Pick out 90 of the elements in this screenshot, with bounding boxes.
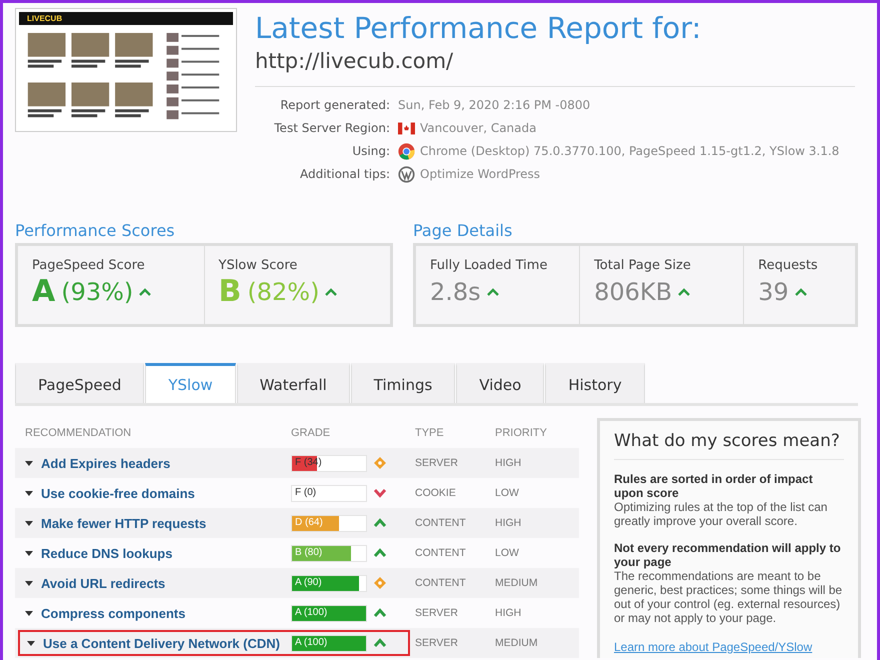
- info-value: Sun, Feb 9, 2020 2:16 PM -0800: [398, 97, 590, 114]
- grade-bar: D (64): [291, 514, 367, 532]
- score-grade: B: [218, 274, 242, 310]
- caret-up-icon: [486, 288, 499, 296]
- priority-cell-text: LOW: [495, 547, 520, 559]
- priority-cell-text: HIGH: [495, 457, 522, 469]
- help-title: What do my scores mean?: [614, 431, 844, 460]
- flag-icon: [398, 120, 415, 137]
- browser-icon: [398, 143, 415, 160]
- recommendation-link[interactable]: Compress components: [41, 606, 186, 620]
- type-cell-text: SERVER: [415, 637, 459, 649]
- learn-more-link[interactable]: Learn more about PageSpeed/YSlow: [614, 640, 812, 654]
- caret-up-icon: [325, 288, 338, 296]
- expand-triangle-icon[interactable]: [25, 490, 33, 496]
- caret-up-icon: [678, 288, 690, 296]
- site-logo: LIVECUB: [27, 14, 62, 23]
- grade-bar: F (0): [291, 484, 367, 502]
- recommendation-link[interactable]: Reduce DNS lookups: [41, 546, 172, 560]
- section-heading: Page Details: [413, 221, 512, 240]
- wordpress-icon: [398, 166, 415, 183]
- expand-triangle-icon[interactable]: [25, 610, 33, 616]
- report-title: Latest Performance Report for:: [255, 10, 702, 46]
- score-grade: A: [32, 274, 56, 310]
- type-cell-text: SERVER: [415, 607, 459, 619]
- column-header: PRIORITY: [495, 427, 548, 439]
- tab[interactable]: Video: [456, 363, 544, 403]
- priority-cell-text: LOW: [495, 487, 520, 499]
- help-text: Optimizing rules at the top of the list can greatly improve your overall score.: [614, 500, 828, 528]
- expand-triangle-icon[interactable]: [25, 520, 33, 526]
- score-label: YSlow Score: [218, 258, 298, 273]
- expand-triangle-icon[interactable]: [25, 550, 33, 556]
- detail-value: 806KB: [594, 277, 672, 308]
- type-cell-text: COOKIE: [415, 487, 457, 499]
- tab[interactable]: Timings: [350, 363, 456, 403]
- info-value: Optimize WordPress: [420, 166, 540, 183]
- type-cell-text: CONTENT: [415, 517, 467, 529]
- expand-triangle-icon[interactable]: [27, 640, 35, 646]
- priority-cell-text: HIGH: [495, 517, 522, 529]
- type-cell-text: CONTENT: [415, 547, 467, 559]
- diamond-icon: [373, 456, 387, 470]
- info-label: Report generated:: [279, 97, 390, 114]
- expand-triangle-icon[interactable]: [25, 580, 33, 586]
- score-percent: (82%): [247, 277, 320, 308]
- recommendation-link[interactable]: Add Expires headers: [41, 456, 170, 470]
- caret-up-icon: [373, 516, 387, 530]
- detail-label: Total Page Size: [594, 258, 691, 273]
- expand-triangle-icon[interactable]: [25, 460, 33, 466]
- column-header: RECOMMENDATION: [24, 427, 132, 439]
- detail-value: 2.8s: [430, 277, 481, 308]
- caret-down-icon: [373, 486, 387, 500]
- column-header: GRADE: [291, 427, 332, 439]
- tab[interactable]: PageSpeed: [15, 363, 144, 403]
- info-label: Additional tips:: [298, 166, 390, 183]
- caret-up-icon: [373, 606, 387, 620]
- grade-bar: A (100): [291, 634, 367, 652]
- type-cell-text: SERVER: [415, 457, 459, 469]
- caret-up-icon: [794, 288, 807, 296]
- priority-cell-text: MEDIUM: [495, 637, 539, 649]
- caret-up-icon: [139, 288, 152, 296]
- recommendation-link[interactable]: Use a Content Delivery Network (CDN): [43, 636, 280, 650]
- grade-bar: A (100): [291, 604, 367, 622]
- detail-label: Requests: [758, 258, 818, 273]
- info-label: Test Server Region:: [273, 120, 390, 137]
- caret-up-icon: [373, 636, 387, 650]
- info-label: Using:: [351, 143, 390, 160]
- info-value: Vancouver, Canada: [420, 120, 536, 137]
- tab[interactable]: YSlow: [145, 363, 236, 403]
- recommendation-link[interactable]: Avoid URL redirects: [41, 576, 166, 590]
- priority-cell-text: HIGH: [495, 607, 522, 619]
- help-text: The recommendations are meant to be generic, best practices; some things will be out of your control (eg. external resources) or may not apply to your page.: [614, 569, 844, 625]
- grade-bar: A (90): [291, 574, 367, 592]
- grade-bar: B (80): [291, 544, 367, 562]
- report-url: http://livecub.com/: [255, 48, 454, 75]
- score-label: PageSpeed Score: [32, 258, 145, 273]
- info-value: Chrome (Desktop) 75.0.3770.100, PageSpeed 1.15-gt1.2, YSlow 3.1.8: [420, 143, 840, 160]
- type-cell-text: CONTENT: [415, 577, 467, 589]
- caret-up-icon: [373, 546, 387, 560]
- tab[interactable]: Waterfall: [236, 363, 350, 403]
- score-percent: (93%): [61, 277, 134, 308]
- priority-cell-text: MEDIUM: [495, 577, 539, 589]
- section-heading: Performance Scores: [15, 221, 175, 240]
- recommendation-link[interactable]: Make fewer HTTP requests: [41, 516, 206, 530]
- recommendation-link[interactable]: Use cookie-free domains: [41, 486, 195, 500]
- column-header: TYPE: [415, 427, 445, 439]
- tab[interactable]: History: [545, 363, 645, 403]
- detail-label: Fully Loaded Time: [430, 258, 548, 273]
- help-heading: Rules are sorted in order of impact upon score: [614, 472, 814, 500]
- diamond-icon: [373, 576, 387, 590]
- help-heading: Not every recommendation will apply to your page: [614, 541, 842, 569]
- detail-value: 39: [758, 277, 789, 308]
